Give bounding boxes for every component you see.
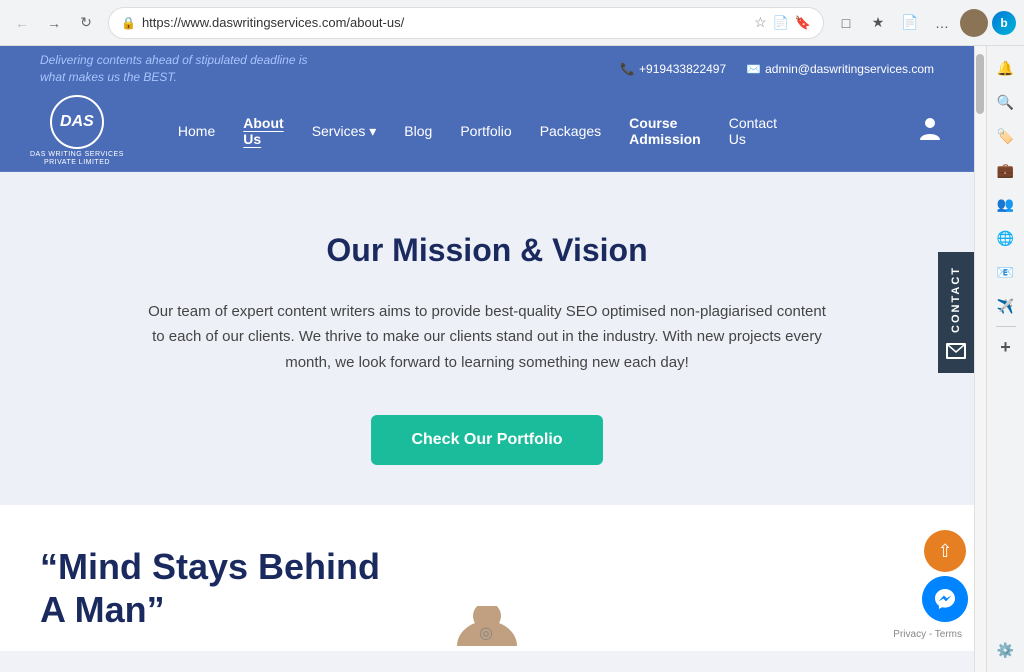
split-view-icon[interactable]: □ (832, 9, 860, 37)
send-icon[interactable]: ✈️ (992, 292, 1020, 320)
logo-circle: DAS (50, 95, 104, 149)
profile-button[interactable] (960, 9, 988, 37)
location-indicator: ◎ (479, 623, 493, 643)
briefcase-icon[interactable]: 💼 (992, 156, 1020, 184)
url-text: https://www.daswritingservices.com/about… (142, 15, 748, 30)
top-banner: Delivering contents ahead of stipulated … (0, 46, 974, 92)
address-bar[interactable]: 🔒 https://www.daswritingservices.com/abo… (108, 7, 824, 39)
nav-portfolio[interactable]: Portfolio (446, 113, 525, 149)
outlook-icon[interactable]: 📧 (992, 258, 1020, 286)
star-icon[interactable]: ☆ (754, 14, 767, 31)
scroll-top-button[interactable]: ⇧ (924, 530, 966, 572)
favorites-icon[interactable]: ★ (864, 9, 892, 37)
browser-actions: □ ★ 📄 … b (832, 9, 1016, 37)
bell-icon[interactable]: 🔔 (992, 54, 1020, 82)
scrollbar-thumb[interactable] (976, 54, 984, 114)
lower-quote: “Mind Stays Behind A Man” (40, 545, 420, 631)
refresh-button[interactable]: ↻ (72, 9, 100, 37)
phone-icon: 📞 (620, 62, 635, 76)
lower-section: “Mind Stays Behind A Man” ◎ (0, 505, 974, 651)
nav-course[interactable]: CourseAdmission (615, 105, 715, 157)
user-icon[interactable] (916, 114, 944, 148)
contact-envelope-icon (946, 343, 966, 359)
nav-items: Home AboutUs Services ▾ Blog Portfolio P… (164, 105, 916, 157)
collections-icon[interactable]: 📄 (896, 9, 924, 37)
lock-icon: 🔒 (121, 16, 136, 30)
browser-chrome: ← → ↻ 🔒 https://www.daswritingservices.c… (0, 0, 1024, 46)
banner-tagline: Delivering contents ahead of stipulated … (40, 52, 308, 86)
tag-icon[interactable]: 🏷️ (992, 122, 1020, 150)
contact-sidebar-button[interactable]: CONTACT (938, 252, 974, 373)
phone-contact[interactable]: 📞 +919433822497 (620, 62, 726, 76)
search-sidebar-icon[interactable]: 🔍 (992, 88, 1020, 116)
settings-sidebar-button[interactable]: ⚙️ (992, 636, 1020, 664)
email-contact[interactable]: ✉️ admin@daswritingservices.com (746, 62, 934, 76)
nav-services[interactable]: Services ▾ (298, 113, 391, 150)
messenger-button[interactable] (922, 576, 968, 622)
portfolio-cta-button[interactable]: Check Our Portfolio (371, 415, 602, 465)
edge-logo: b (992, 11, 1016, 35)
website: Delivering contents ahead of stipulated … (0, 46, 974, 672)
reader-icon[interactable]: 📄 (773, 15, 789, 31)
email-icon: ✉️ (746, 62, 761, 76)
more-tools-button[interactable]: … (928, 9, 956, 37)
globe-icon[interactable]: 🌐 (992, 224, 1020, 252)
add-sidebar-button[interactable]: + (992, 333, 1020, 361)
nav-blog[interactable]: Blog (390, 113, 446, 149)
banner-contacts: 📞 +919433822497 ✉️ admin@daswritingservi… (620, 62, 934, 76)
forward-button[interactable]: → (40, 9, 68, 37)
mission-body: Our team of expert content writers aims … (147, 299, 827, 376)
nav-buttons: ← → ↻ (8, 9, 100, 37)
logo[interactable]: DAS DAS WRITING SERVICES PRIVATE LIMITED (30, 95, 124, 168)
main-content-section: Our Mission & Vision Our team of expert … (0, 172, 974, 506)
nav-about[interactable]: AboutUs (229, 105, 297, 157)
nav-packages[interactable]: Packages (526, 113, 615, 149)
nav-home[interactable]: Home (164, 113, 229, 149)
browser-right-sidebar: 🔔 🔍 🏷️ 💼 👥 🌐 📧 ✈️ + ⚙️ (986, 46, 1024, 672)
privacy-notice: Privacy - Terms (893, 629, 962, 640)
scrollbar[interactable] (974, 46, 986, 672)
page-wrapper: Delivering contents ahead of stipulated … (0, 46, 974, 672)
navbar: DAS DAS WRITING SERVICES PRIVATE LIMITED… (0, 92, 974, 172)
collection-icon[interactable]: 🔖 (795, 15, 811, 31)
sidebar-divider (996, 326, 1016, 327)
nav-contact[interactable]: ContactUs (715, 105, 791, 157)
mission-title: Our Mission & Vision (40, 232, 934, 269)
logo-tagline: DAS WRITING SERVICES PRIVATE LIMITED (30, 151, 124, 168)
back-button[interactable]: ← (8, 9, 36, 37)
people-icon[interactable]: 👥 (992, 190, 1020, 218)
